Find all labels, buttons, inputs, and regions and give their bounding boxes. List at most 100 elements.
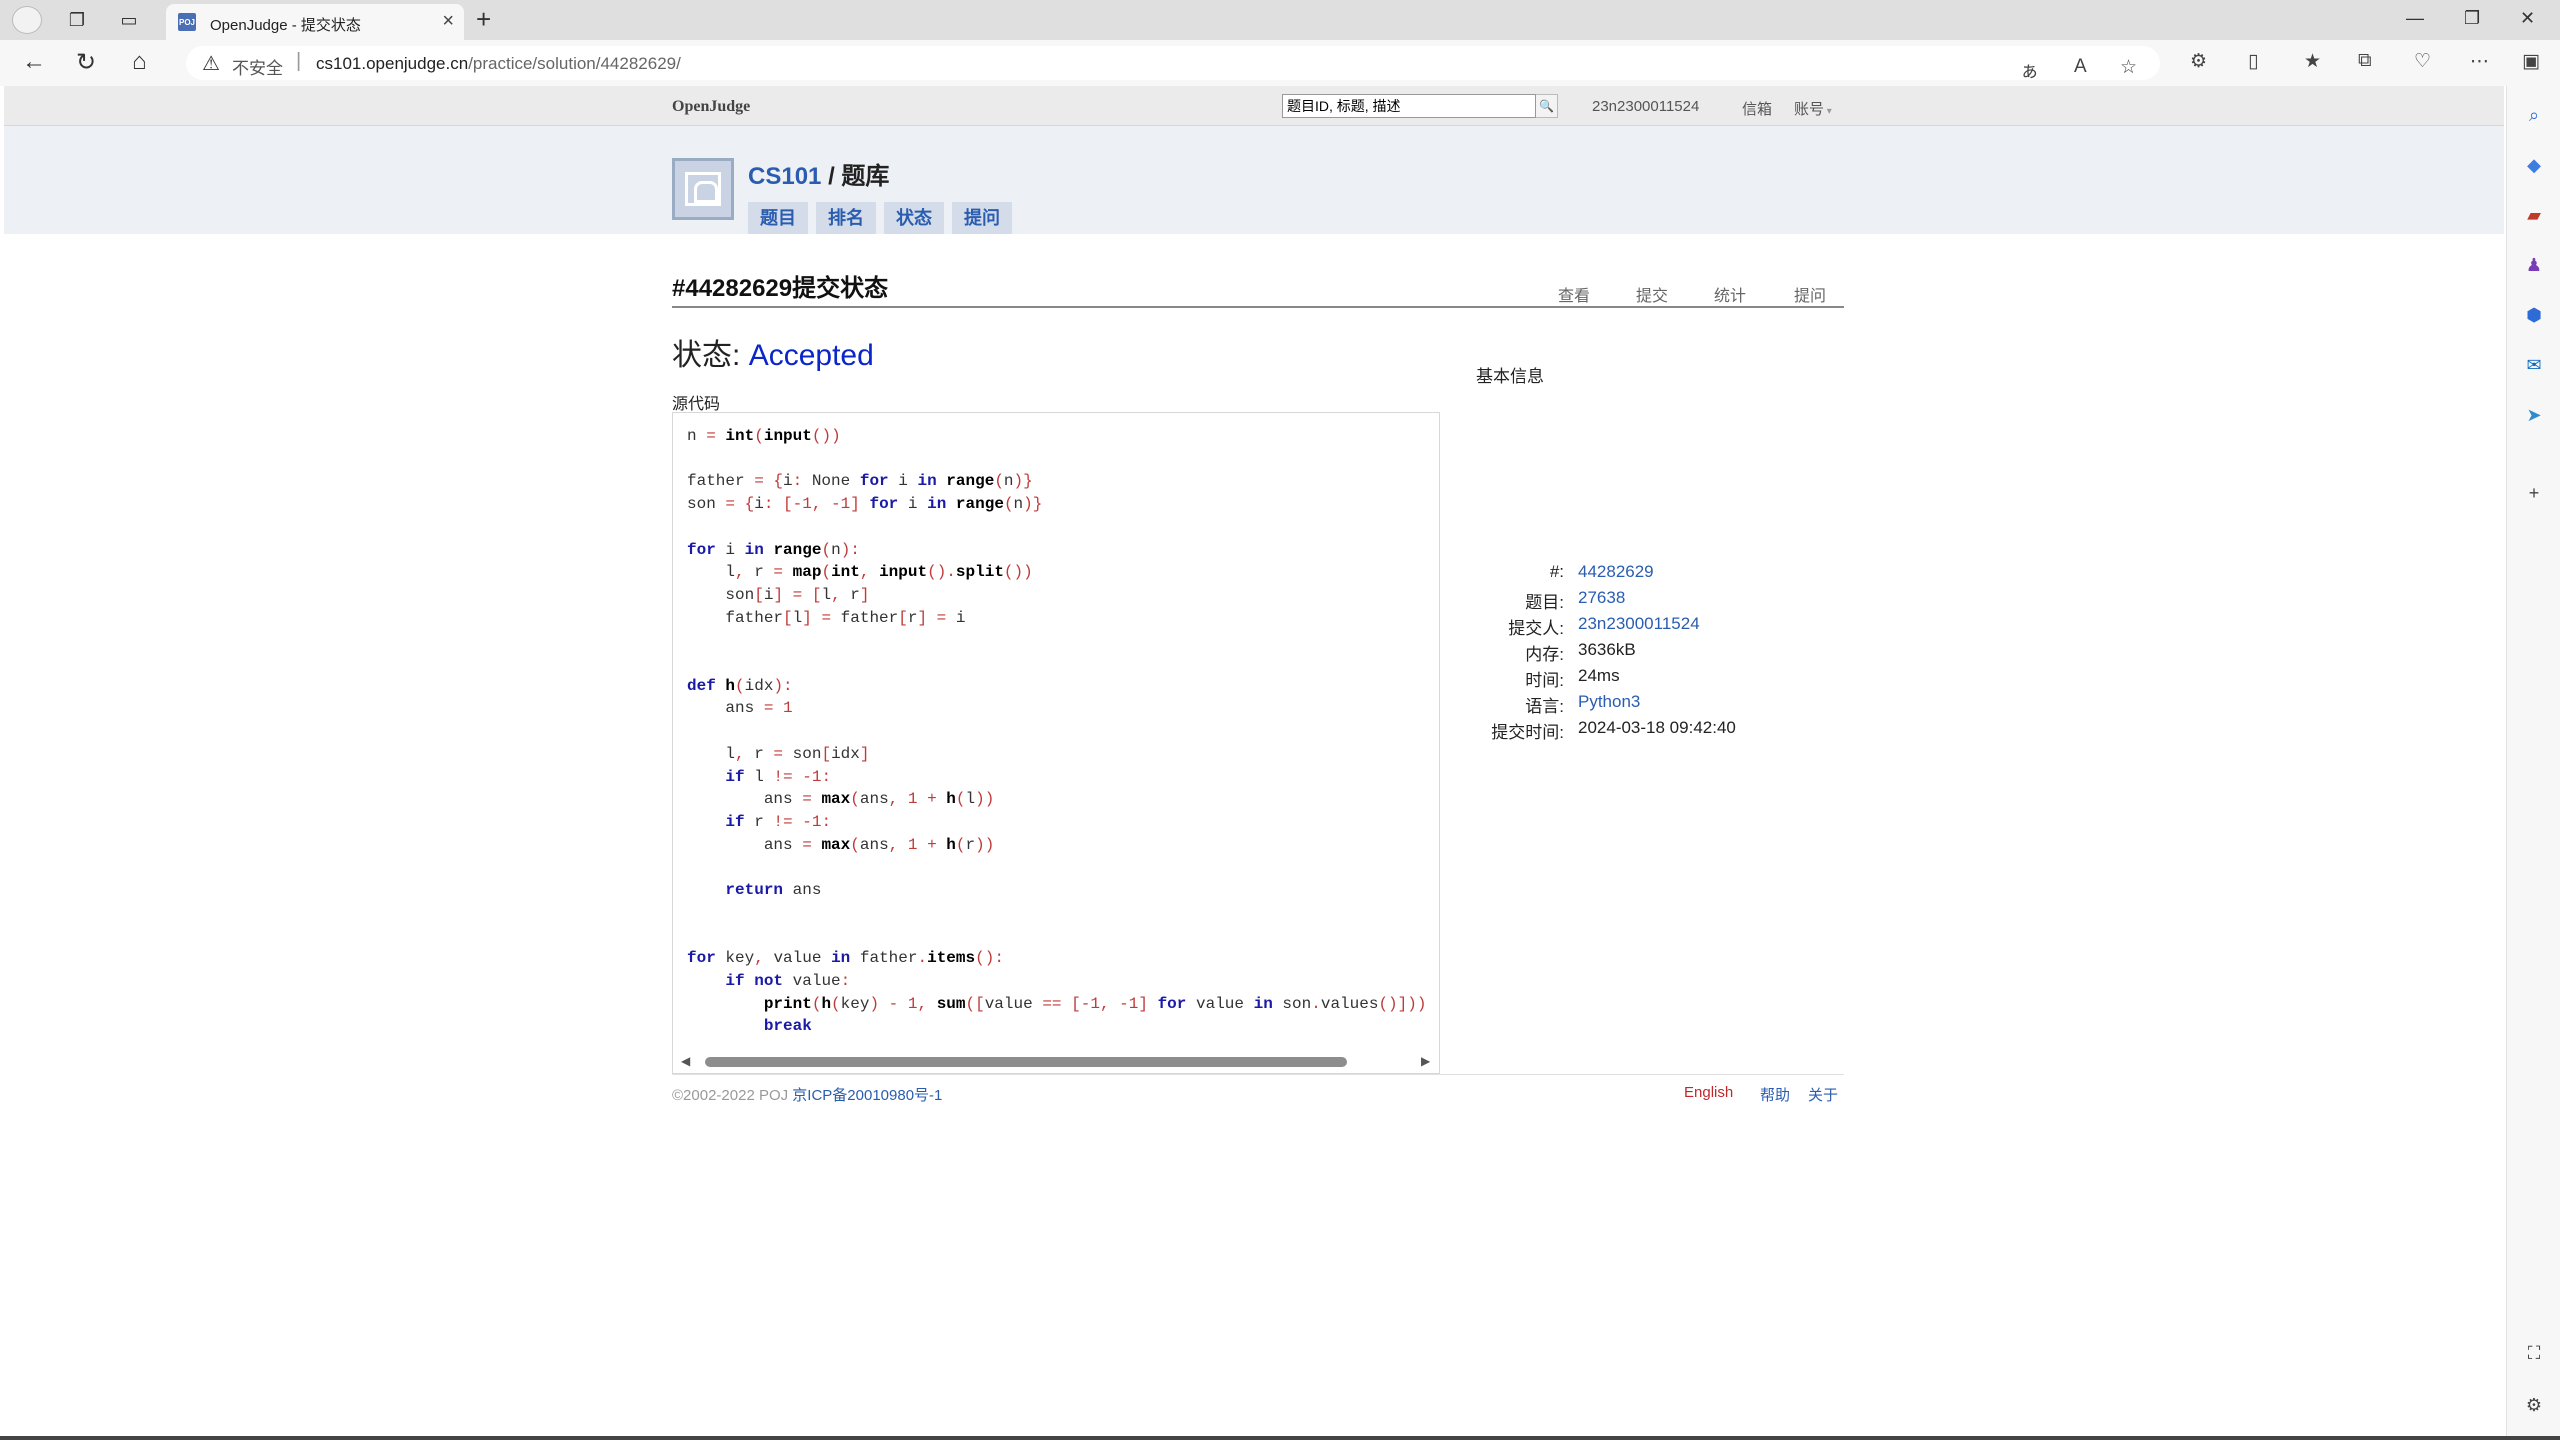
favicon-icon: POJ xyxy=(178,13,196,31)
account-menu[interactable]: 账号 ▾ xyxy=(1794,98,1832,119)
info-label: 提交人: xyxy=(1508,619,1564,638)
info-label: 时间: xyxy=(1525,671,1564,690)
url-text[interactable]: cs101.openjudge.cn/practice/solution/442… xyxy=(316,54,681,74)
submit-link[interactable]: 提交 xyxy=(1636,282,1668,306)
tab-title: OpenJudge - 提交状态 xyxy=(210,17,361,34)
url-path: /practice/solution/44282629/ xyxy=(468,54,681,73)
url-bar[interactable]: ⚠ 不安全 | cs101.openjudge.cn/practice/solu… xyxy=(186,46,2160,83)
workspaces-icon[interactable]: ❐ xyxy=(62,6,92,34)
refresh-icon[interactable]: ↻ xyxy=(76,48,96,77)
favorites-icon[interactable]: ★ xyxy=(2304,50,2321,73)
account-label: 账号 xyxy=(1794,101,1825,118)
site-brand[interactable]: OpenJudge xyxy=(672,98,750,116)
outlook-icon[interactable]: ✉ xyxy=(2521,352,2547,378)
shopping-icon[interactable]: ◆ xyxy=(2521,152,2547,178)
title-divider xyxy=(672,306,1844,308)
info-label: 提交时间: xyxy=(1491,723,1564,742)
browser-sidebar: ⌕ ◆ ▰ ♟ ⬢ ✉ ➤ + ⛶ ⚙ xyxy=(2506,86,2560,1440)
english-link[interactable]: English xyxy=(1684,1084,1733,1101)
url-host: cs101.openjudge.cn xyxy=(316,54,469,73)
course-logo xyxy=(672,158,734,220)
browser-essentials-icon[interactable]: ♡ xyxy=(2414,50,2431,73)
info-label: 题目: xyxy=(1525,593,1564,612)
source-code-label: 源代码 xyxy=(672,396,721,413)
add-icon[interactable]: + xyxy=(2521,480,2547,506)
home-icon[interactable]: ⌂ xyxy=(132,48,147,76)
course-header xyxy=(4,126,2504,234)
info-value[interactable]: Python3 xyxy=(1578,692,1640,712)
info-label: 语言: xyxy=(1525,697,1564,716)
extensions-icon[interactable]: ⚙ xyxy=(2190,50,2207,73)
tab-status[interactable]: 状态 xyxy=(884,202,944,234)
info-value: 24ms xyxy=(1578,666,1620,685)
icp-link[interactable]: 京ICP备20010980号-1 xyxy=(792,1087,942,1104)
page-content: OpenJudge 🔍 23n2300011524 信箱 账号 ▾ CS101 … xyxy=(4,86,2504,1440)
info-value[interactable]: 44282629 xyxy=(1578,562,1654,582)
more-menu-icon[interactable]: ⋯ xyxy=(2470,50,2489,73)
source-code-block[interactable]: n = int(input()) father = {i: None for i… xyxy=(672,412,1440,1074)
tab-actions-icon[interactable]: ▭ xyxy=(114,6,144,34)
collections-icon[interactable]: ⧉ xyxy=(2358,50,2372,72)
tab-problems[interactable]: 题目 xyxy=(748,202,808,234)
mail-link[interactable]: 信箱 xyxy=(1742,98,1772,119)
new-tab-button[interactable]: + xyxy=(476,4,491,35)
course-title: CS101 / 题库 xyxy=(748,156,889,191)
course-link[interactable]: CS101 xyxy=(748,163,821,190)
scroll-right-icon[interactable]: ▶ xyxy=(1421,1054,1430,1068)
info-label: #: xyxy=(1549,562,1564,581)
info-value[interactable]: 27638 xyxy=(1578,588,1625,608)
restore-icon[interactable]: ❐ xyxy=(2464,8,2480,29)
games-icon[interactable]: ♟ xyxy=(2521,252,2547,278)
translate-icon[interactable]: ぁ xyxy=(2020,56,2039,83)
scroll-left-icon[interactable]: ◀ xyxy=(681,1054,690,1068)
window-bottom-edge xyxy=(0,1436,2560,1440)
screenshot-icon[interactable]: ⛶ xyxy=(2521,1340,2547,1366)
info-value[interactable]: 23n2300011524 xyxy=(1578,614,1700,634)
help-link[interactable]: 帮助 xyxy=(1760,1084,1790,1105)
profile-avatar[interactable] xyxy=(12,6,42,34)
copilot-icon[interactable]: ⬢ xyxy=(2521,302,2547,328)
send-icon[interactable]: ➤ xyxy=(2521,402,2547,428)
browser-tab-bar: ❐ ▭ POJ OpenJudge - 提交状态 × + — ❐ ✕ xyxy=(0,0,2560,40)
tools-icon[interactable]: ▰ xyxy=(2521,202,2547,228)
about-link[interactable]: 关于 xyxy=(1808,1084,1838,1105)
site-top-nav: OpenJudge 🔍 23n2300011524 信箱 账号 ▾ xyxy=(4,86,2504,126)
tab-ranking[interactable]: 排名 xyxy=(816,202,876,234)
chevron-down-icon: ▾ xyxy=(1824,106,1832,117)
search-input[interactable] xyxy=(1282,94,1536,118)
search-icon[interactable]: 🔍 xyxy=(1536,94,1558,118)
split-screen-icon[interactable]: ▯ xyxy=(2248,50,2258,73)
close-window-icon[interactable]: ✕ xyxy=(2520,8,2535,29)
settings-gear-icon[interactable]: ⚙ xyxy=(2521,1392,2547,1418)
insecure-label[interactable]: 不安全 xyxy=(232,54,283,79)
status-label: 状态: xyxy=(672,339,741,372)
sidebar-toggle-icon[interactable]: ▣ xyxy=(2522,50,2540,73)
section-title: 题库 xyxy=(841,163,890,190)
close-tab-icon[interactable]: × xyxy=(442,10,454,33)
code-text: n = int(input()) father = {i: None for i… xyxy=(687,427,1427,1036)
statistics-link[interactable]: 统计 xyxy=(1714,282,1746,306)
breadcrumb-separator: / xyxy=(828,163,835,190)
horizontal-scrollbar[interactable]: ◀ ▶ xyxy=(673,1051,1439,1073)
user-link[interactable]: 23n2300011524 xyxy=(1592,98,1699,115)
footer-divider xyxy=(672,1074,1844,1075)
warning-icon[interactable]: ⚠ xyxy=(202,51,220,76)
favorite-star-icon[interactable]: ☆ xyxy=(2120,56,2137,79)
search-icon[interactable]: ⌕ xyxy=(2521,102,2547,128)
address-toolbar: ← ↻ ⌂ ⚠ 不安全 | cs101.openjudge.cn/practic… xyxy=(0,40,2560,86)
tab-ask[interactable]: 提问 xyxy=(952,202,1012,234)
view-link[interactable]: 查看 xyxy=(1558,282,1590,306)
read-aloud-icon[interactable]: A xyxy=(2074,56,2087,78)
back-arrow-icon[interactable]: ← xyxy=(22,48,46,76)
minimize-icon[interactable]: — xyxy=(2406,8,2424,29)
scrollbar-thumb[interactable] xyxy=(705,1057,1347,1067)
status-badge[interactable]: Accepted xyxy=(749,339,874,372)
ask-link[interactable]: 提问 xyxy=(1794,282,1826,306)
page-title: #44282629提交状态 xyxy=(672,275,889,302)
info-value: 3636kB xyxy=(1578,640,1636,659)
url-separator: | xyxy=(296,50,302,72)
people-icon xyxy=(685,172,721,206)
browser-tab-active[interactable]: POJ OpenJudge - 提交状态 × xyxy=(166,4,464,40)
copyright-text: ©2002-2022 POJ xyxy=(672,1087,793,1104)
submission-status: 状态: Accepted xyxy=(672,330,874,374)
